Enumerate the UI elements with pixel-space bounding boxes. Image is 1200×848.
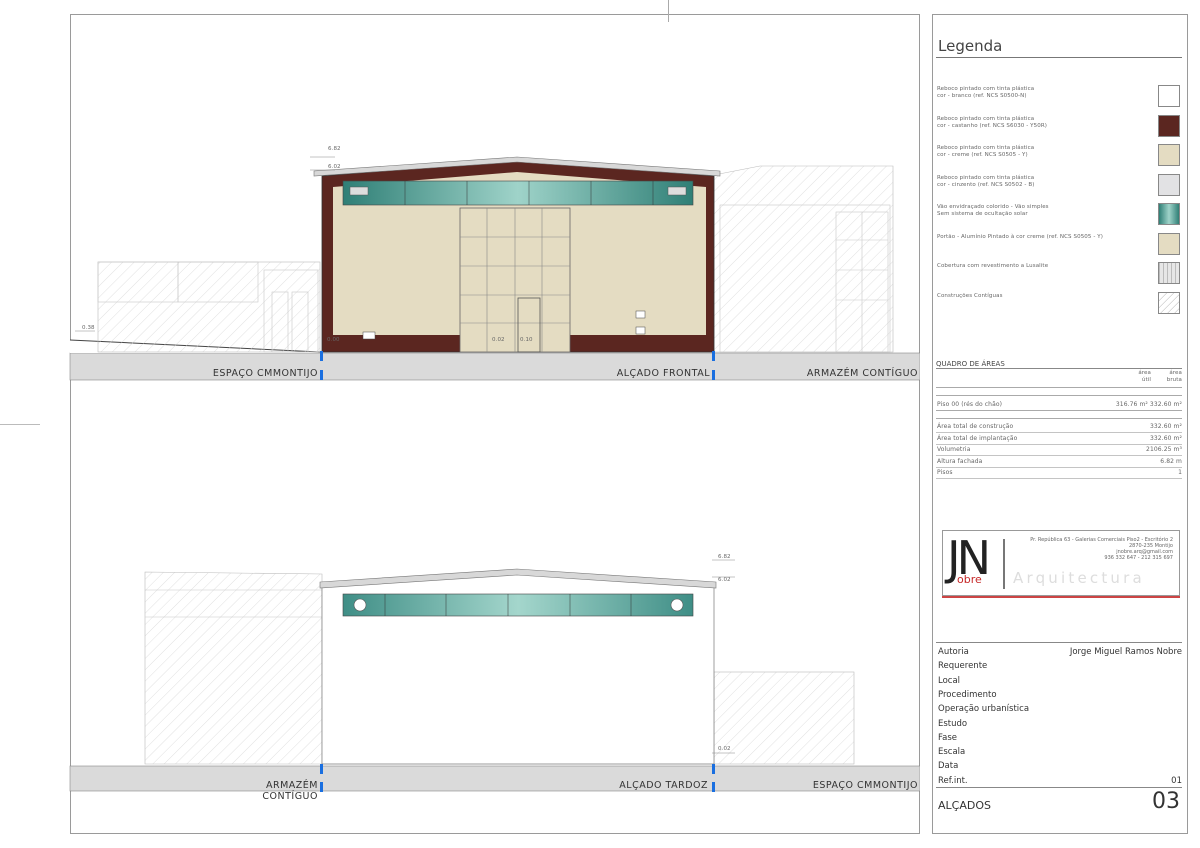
legend-item-text: Portão - Alumínio Pintado à cor creme (r… — [937, 233, 1103, 240]
areas-row-label: Pisos — [937, 469, 953, 476]
areas-row-rule — [936, 455, 1182, 456]
legend-title: Legenda — [938, 37, 1003, 55]
legend-item-text: Construções Contíguas — [937, 292, 1003, 299]
dim-eave-rear: 6.02 — [718, 577, 731, 583]
legend-swatch-hatch — [1158, 291, 1180, 314]
sheet-title: ALÇADOS — [938, 799, 991, 812]
front-elevation — [69, 156, 920, 381]
areas-row-rule — [936, 478, 1182, 479]
areas-row-rule — [936, 443, 1182, 445]
areas-rule-2 — [936, 387, 1182, 388]
logo-address-line: 936 332 647 - 212 315 697 — [1104, 555, 1173, 561]
firm-logo: JN obre Arquitectura Pr. República 63 - … — [942, 530, 1180, 596]
project-row-label: Ref.int. — [938, 775, 968, 786]
logo-firm: Arquitectura — [1013, 569, 1145, 587]
areas-row-value: 2106.25 m³ — [1146, 446, 1182, 453]
logo-sub: obre — [957, 573, 982, 586]
dim-eave-front: 6.02 — [328, 164, 341, 170]
areas-row-label: Altura fachada — [937, 457, 983, 465]
areas-row-label: Área total de implantação — [937, 434, 1018, 442]
areas-rule-4 — [936, 410, 1182, 411]
legend-swatch-gate — [1158, 232, 1180, 255]
areas-row-rule — [936, 466, 1182, 468]
dim-top-rear: 6.82 — [718, 554, 731, 560]
legend-swatch-cream — [1158, 144, 1180, 166]
legend-swatch-roof — [1158, 262, 1180, 284]
front-center-label: ALÇADO FRONTAL — [616, 368, 710, 379]
areas-title: QUADRO DE ÁREAS — [936, 360, 1005, 368]
legend-swatch-brown — [1158, 114, 1180, 137]
front-left-label: ESPAÇO CMMONTIJO — [212, 368, 318, 379]
legend-item-text: Reboco pintado com tinta plástica cor - … — [937, 86, 1035, 99]
dim-top-front: 6.82 — [328, 146, 341, 152]
areas-row-value: 1 — [1178, 469, 1182, 476]
areas-floor-values: 316.76 m² 332.60 m² — [1115, 401, 1182, 408]
project-row-value: 01 — [1171, 775, 1182, 786]
project-row-label: Local — [938, 675, 961, 686]
elevations-svg — [69, 156, 920, 792]
dim-left-front: 0.38 — [82, 325, 95, 331]
legend-swatch-white — [1158, 85, 1180, 107]
project-rule-bottom — [936, 787, 1182, 788]
dim-floor-rear: 0.02 — [718, 746, 731, 752]
logo-bar — [1003, 539, 1005, 589]
legend-item-text: Cobertura com revestimento a Lusalite — [937, 263, 1049, 269]
areas-rule — [936, 368, 1182, 369]
legend-item-text: Vão envidraçado colorido - Vão simples S… — [937, 204, 1049, 217]
rear-center-label: ALÇADO TARDOZ — [619, 780, 708, 791]
areas-row-value: 332.60 m² — [1149, 423, 1182, 430]
front-right-label: ARMAZÉM CONTÍGUO — [806, 368, 918, 379]
legend-swatch-grey — [1158, 173, 1180, 196]
legend-item-text: Reboco pintado com tinta plástica cor - … — [937, 115, 1047, 129]
dim-floor-front: 0.00 — [327, 337, 340, 343]
areas-rule-3 — [936, 395, 1182, 396]
areas-rule-5 — [936, 418, 1182, 419]
project-row-label: Requerente — [938, 661, 988, 672]
areas-col-util: área útil — [1138, 370, 1151, 383]
logo-address: Pr. República 63 - Galerias Comerciais P… — [1013, 537, 1173, 561]
dim-door-a: 0.02 — [492, 337, 505, 343]
areas-row-label: Volumetria — [937, 446, 971, 453]
project-row-label: Escala — [938, 747, 966, 758]
areas-col-bruta: área bruta — [1166, 370, 1182, 383]
project-row-label: Estudo — [938, 718, 968, 729]
project-row-label: Operação urbanística — [938, 704, 1030, 715]
legend-swatch-glass — [1158, 203, 1180, 225]
rear-left-label: ARMAZÉM CONTÍGUO — [262, 780, 318, 802]
rear-elevation — [69, 559, 920, 792]
areas-row-value: 6.82 m — [1160, 457, 1182, 465]
areas-floor-label: Piso 00 (rés do chão) — [937, 401, 1003, 408]
rear-right-label: ESPAÇO CMMONTIJO — [812, 780, 918, 791]
legend-item-text: Reboco pintado com tinta plástica cor - … — [937, 174, 1035, 188]
project-row-label: Fase — [938, 732, 957, 743]
legend-item-text: Reboco pintado com tinta plástica cor - … — [937, 145, 1035, 158]
legend-title-rule — [936, 57, 1182, 58]
dim-door-b: 0.10 — [520, 337, 533, 343]
project-rule-top — [936, 642, 1182, 643]
project-row-value: Jorge Miguel Ramos Nobre — [1069, 647, 1182, 657]
areas-row-label: Área total de construção — [937, 423, 1014, 430]
areas-row-value: 332.60 m² — [1149, 434, 1182, 442]
project-row-label: Autoria — [938, 647, 969, 657]
sheet-number: 03 — [1152, 789, 1180, 814]
project-row-label: Data — [938, 761, 959, 772]
project-row-label: Procedimento — [938, 689, 997, 700]
areas-row-rule — [936, 432, 1182, 433]
